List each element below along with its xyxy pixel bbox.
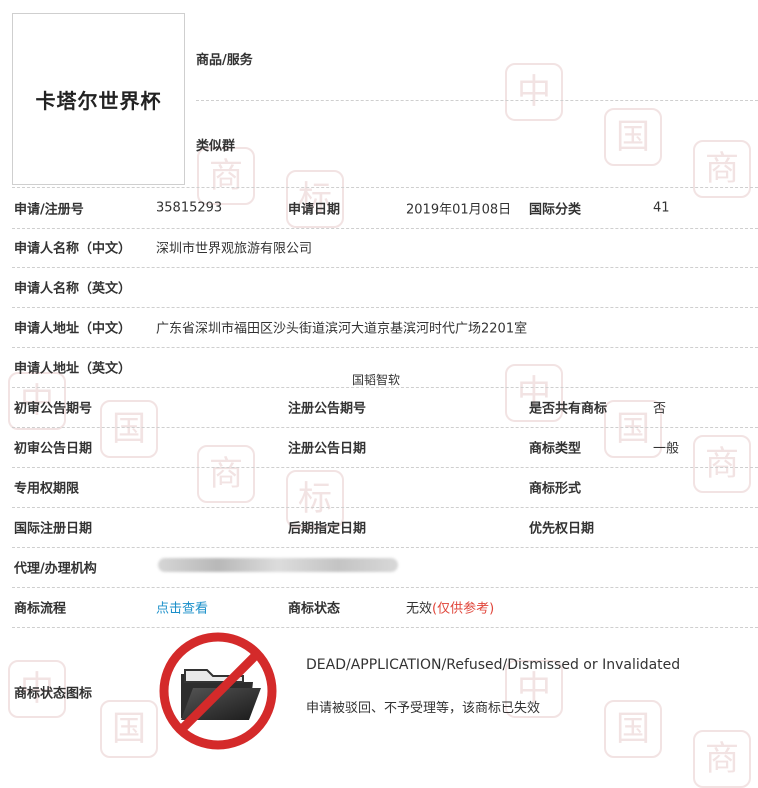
status-label: 商标状态 — [288, 601, 341, 617]
table-row: 初审公告期号 注册公告期号 是否共有商标 否 — [12, 387, 758, 428]
table-row: 代理/办理机构 — [12, 547, 758, 588]
table-row: 国际注册日期 后期指定日期 优先权日期 — [12, 507, 758, 548]
shared-label: 是否共有商标 — [529, 401, 608, 417]
tm-type-value: 一般 — [653, 441, 680, 457]
header-divider — [196, 100, 758, 101]
goods-services-label: 商品/服务 — [196, 53, 253, 68]
address-en-label: 申请人地址（英文） — [14, 361, 132, 377]
status-value: 无效 — [406, 601, 433, 617]
process-view-link[interactable]: 点击查看 — [156, 598, 208, 617]
table-row: 申请人地址（中文） 广东省深圳市福田区沙头街道滨河大道京基滨河时代广场2201室 — [12, 307, 758, 348]
applicant-cn-label: 申请人名称（中文） — [14, 241, 132, 257]
agent-value-redacted — [158, 558, 398, 576]
table-row: 申请人名称（中文） 深圳市世界观旅游有限公司 — [12, 227, 758, 268]
table-row: 商标状态图标 — [12, 627, 758, 757]
table-row: 申请/注册号 35815293 申请日期 2019年01月08日 国际分类 41 — [12, 187, 758, 229]
shared-value: 否 — [653, 401, 667, 417]
later-designation-label: 后期指定日期 — [288, 521, 367, 537]
process-label: 商标流程 — [14, 601, 67, 617]
app-date-value: 2019年01月08日 — [406, 202, 512, 218]
status-detail-cn: 申请被驳回、不予受理等，该商标已失效 — [306, 701, 541, 716]
similar-group-label: 类似群 — [196, 139, 236, 154]
trademark-name: 卡塔尔世界杯 — [35, 88, 162, 113]
center-watermark-text: 国韬智软 — [352, 373, 401, 387]
prelim-pub-no-label: 初审公告期号 — [14, 401, 93, 417]
trademark-detail: 卡塔尔世界杯 商品/服务 类似群 申请/注册号 35815293 申请日期 20… — [0, 0, 758, 759]
intl-class-label: 国际分类 — [529, 202, 582, 218]
applicant-cn-value: 深圳市世界观旅游有限公司 — [156, 241, 313, 257]
table-row: 申请人名称（英文） — [12, 267, 758, 308]
trademark-image: 卡塔尔世界杯 — [12, 13, 185, 185]
tm-type-label: 商标类型 — [529, 441, 582, 457]
table-row: 初审公告日期 注册公告日期 商标类型 一般 — [12, 427, 758, 468]
app-date-label: 申请日期 — [288, 202, 341, 218]
intl-class-value: 41 — [653, 200, 670, 216]
agent-label: 代理/办理机构 — [14, 561, 97, 577]
reg-no-label: 申请/注册号 — [14, 202, 84, 218]
address-cn-value: 广东省深圳市福田区沙头街道滨河大道京基滨河时代广场2201室 — [156, 321, 528, 337]
status-icon-label: 商标状态图标 — [14, 686, 93, 702]
reg-pub-date-label: 注册公告日期 — [288, 441, 367, 457]
status-detail-en: DEAD/APPLICATION/Refused/Dismissed or In… — [306, 657, 681, 673]
prelim-pub-date-label: 初审公告日期 — [14, 441, 93, 457]
status-note: (仅供参考) — [432, 601, 495, 617]
applicant-en-label: 申请人名称（英文） — [14, 281, 132, 297]
prohibited-folder-icon — [159, 632, 277, 750]
intl-reg-date-label: 国际注册日期 — [14, 521, 93, 537]
table-row: 商标流程 点击查看 商标状态 无效(仅供参考) — [12, 587, 758, 628]
table-row: 专用权期限 商标形式 — [12, 467, 758, 508]
exclusive-period-label: 专用权期限 — [14, 481, 80, 497]
reg-no-value: 35815293 — [156, 200, 223, 216]
priority-date-label: 优先权日期 — [529, 521, 595, 537]
tm-form-label: 商标形式 — [529, 481, 582, 497]
reg-pub-no-label: 注册公告期号 — [288, 401, 367, 417]
address-cn-label: 申请人地址（中文） — [14, 321, 132, 337]
status-value-wrap: 无效(仅供参考) — [406, 598, 494, 617]
